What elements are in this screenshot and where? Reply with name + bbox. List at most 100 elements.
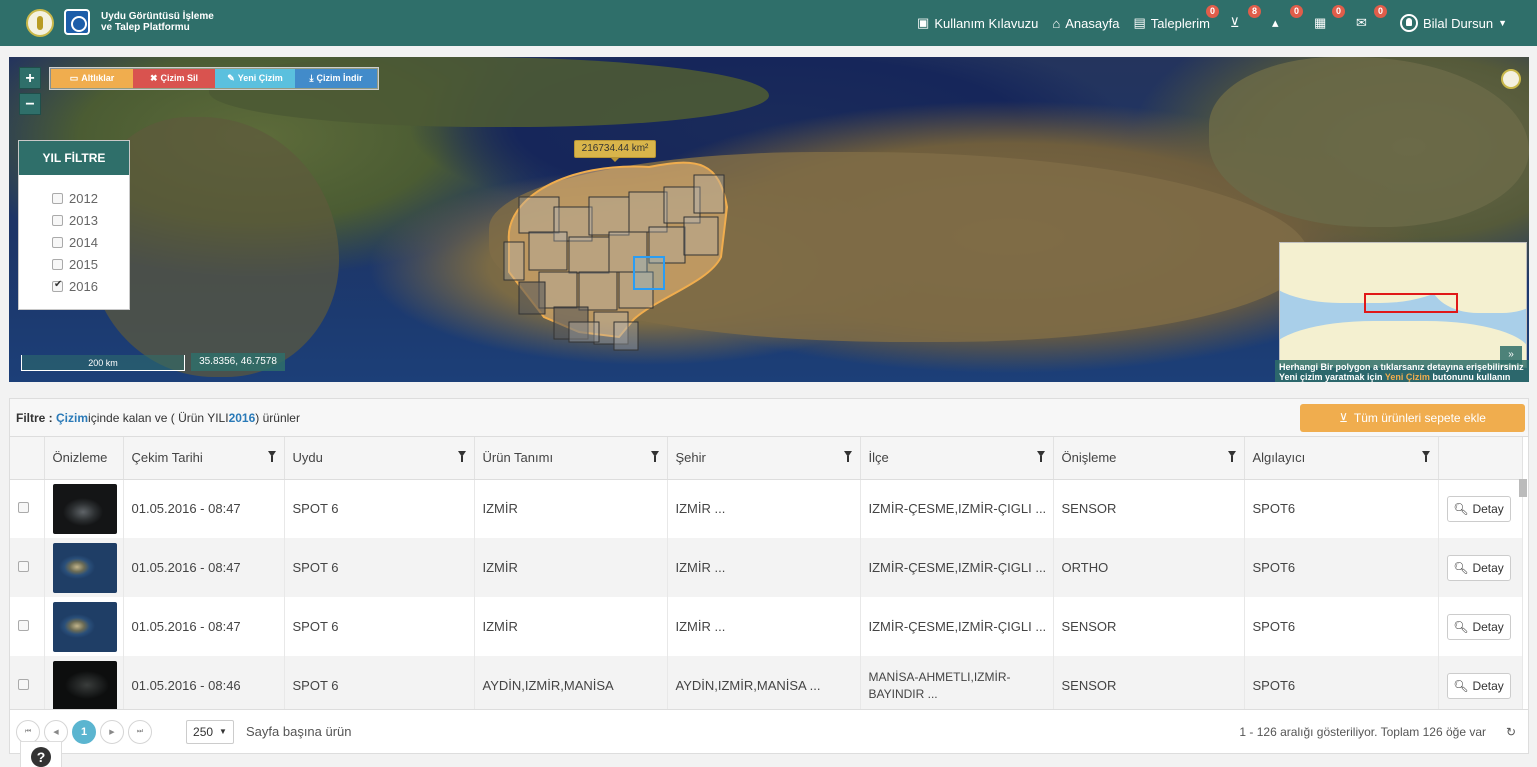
nav-guide[interactable]: ▣ Kullanım Kılavuzu	[917, 15, 1038, 31]
table-row[interactable]: 01.05.2016 - 08:46 SPOT 6 AYDİN,IZMİR,MA…	[10, 656, 1523, 715]
thumbnail-image[interactable]	[52, 542, 117, 593]
cell-district: IZMİR-ÇESME,IZMİR-ÇIGLI ...	[860, 479, 1054, 538]
filter-icon[interactable]	[457, 451, 466, 462]
caret-down-icon: ▼	[219, 727, 227, 736]
year-option-2013[interactable]: 2013	[52, 209, 129, 231]
row-checkbox[interactable]	[18, 502, 29, 514]
ministry-logo[interactable]	[26, 9, 54, 37]
year-option-2016[interactable]: 2016	[52, 275, 129, 297]
row-checkbox[interactable]	[18, 561, 29, 572]
filter-icon[interactable]	[1227, 451, 1236, 462]
nav-right: ▣ Kullanım Kılavuzu ⌂ Anasayfa ▤ Taleple…	[903, 0, 1507, 46]
table-row[interactable]: 01.05.2016 - 08:47 SPOT 6 IZMİR IZMİR ..…	[10, 479, 1523, 538]
scale-bar: 200 km	[21, 355, 185, 371]
cell-sensor: SPOT6	[1244, 479, 1439, 538]
thumbnail-image[interactable]	[52, 483, 117, 534]
cell-sensor: SPOT6	[1244, 538, 1439, 597]
row-checkbox[interactable]	[18, 620, 29, 631]
actions-cell: 🔍︎ Detay	[1438, 538, 1523, 597]
thumbs-badge: 0	[1289, 5, 1303, 18]
nav-cart[interactable]: ⊻ 8	[1230, 5, 1261, 31]
user-menu[interactable]: Bilal Dursun ▼	[1399, 14, 1507, 32]
search-icon: 🔍︎	[1453, 501, 1469, 516]
zoom-out-button[interactable]: −	[19, 93, 41, 115]
table-row[interactable]: 01.05.2016 - 08:47 SPOT 6 IZMİR IZMİR ..…	[10, 538, 1523, 597]
nav-documents[interactable]: ▦ 0	[1314, 5, 1345, 31]
layers-button[interactable]: ▭ Altlıklar	[51, 69, 133, 88]
messages-badge: 0	[1373, 5, 1387, 18]
year-option-2014[interactable]: 2014	[52, 231, 129, 253]
table-scrollbar[interactable]	[1519, 479, 1527, 497]
year-option-2012[interactable]: 2012	[52, 187, 129, 209]
thumbnail-image[interactable]	[52, 660, 117, 711]
prev-page-button[interactable]: ◀	[44, 719, 68, 744]
row-checkbox[interactable]	[18, 679, 29, 690]
header-date[interactable]: Çekim Tarihi	[123, 437, 285, 480]
map-hint: Herhangi Bir polygon a tıklarsanız detay…	[1275, 360, 1529, 382]
year-checkbox[interactable]	[52, 258, 63, 270]
brand-line-1: Uydu Görüntüsü İşleme	[101, 11, 214, 22]
nav-home[interactable]: ⌂ Anasayfa	[1052, 16, 1119, 31]
cell-satellite: SPOT 6	[284, 538, 475, 597]
filter-icon[interactable]	[267, 451, 276, 462]
refresh-icon[interactable]: ↻	[1506, 725, 1516, 739]
platform-logo[interactable]	[64, 9, 90, 35]
row-select-cell	[10, 479, 45, 538]
header-preprocessing-label: Önişleme	[1061, 450, 1117, 466]
detail-button[interactable]: 🔍︎ Detay	[1446, 554, 1511, 581]
zoom-in-button[interactable]: +	[19, 67, 41, 89]
question-icon: ?	[31, 747, 51, 767]
detail-button[interactable]: 🔍︎ Detay	[1446, 613, 1511, 640]
header-product[interactable]: Ürün Tanımı	[474, 437, 668, 480]
home-icon: ⌂	[1052, 15, 1061, 31]
header-sensor[interactable]: Algılayıcı	[1244, 437, 1439, 480]
add-all-to-cart-button[interactable]: ⊻ Tüm ürünleri sepete ekle	[1300, 404, 1525, 432]
filter-icon[interactable]	[1036, 451, 1045, 462]
header-city[interactable]: Şehir	[667, 437, 861, 480]
filter-suffix: ) ürünler	[255, 410, 300, 425]
filter-icon[interactable]	[650, 451, 659, 462]
header-sensor-label: Algılayıcı	[1252, 450, 1306, 466]
header-preprocessing[interactable]: Önişleme	[1053, 437, 1245, 480]
cell-satellite: SPOT 6	[284, 656, 475, 715]
map-hint-line-1: Herhangi Bir polygon a tıklarsanız detay…	[1279, 362, 1524, 372]
year-option-2015[interactable]: 2015	[52, 253, 129, 275]
year-checkbox[interactable]	[52, 192, 63, 204]
map-toolbar: ▭ Altlıklar ✖ Çizim Sil ✎ Yeni Çizim ⤓ Ç…	[49, 67, 379, 90]
delete-drawing-button[interactable]: ✖ Çizim Sil	[133, 69, 215, 88]
page-number-button[interactable]: 1	[72, 719, 96, 744]
next-page-button[interactable]: ▶	[100, 719, 124, 744]
help-button[interactable]: ?	[20, 741, 62, 767]
cell-date: 01.05.2016 - 08:47	[123, 479, 285, 538]
actions-cell: 🔍︎ Detay	[1438, 597, 1523, 656]
header-satellite[interactable]: Uydu	[284, 437, 475, 480]
page-size-label: Sayfa başına ürün	[246, 724, 352, 739]
year-checkbox[interactable]	[52, 214, 63, 226]
brand-title[interactable]: Uydu Görüntüsü İşleme ve Talep Platformu	[101, 11, 214, 33]
header-district[interactable]: İlçe	[860, 437, 1054, 480]
filter-icon[interactable]	[843, 451, 852, 462]
detail-button[interactable]: 🔍︎ Detay	[1446, 672, 1511, 699]
header-city-label: Şehir	[675, 450, 706, 466]
nav-messages[interactable]: ✉ 0	[1356, 5, 1387, 31]
selected-footprint[interactable]	[633, 256, 665, 290]
year-label: 2014	[69, 234, 98, 250]
minimap-viewport-box[interactable]	[1364, 293, 1458, 313]
last-page-button[interactable]: ⏭	[128, 719, 152, 744]
filter-icon[interactable]	[1421, 451, 1430, 462]
cell-satellite: SPOT 6	[284, 479, 475, 538]
nav-requests[interactable]: ▤ Taleplerim 0	[1133, 5, 1219, 31]
detail-label: Detay	[1472, 619, 1504, 634]
page-size-select[interactable]: 250 ▼	[186, 719, 234, 744]
year-checkbox[interactable]	[52, 236, 63, 248]
detail-button[interactable]: 🔍︎ Detay	[1446, 495, 1511, 522]
nav-thumbs-up[interactable]: ▴ 0	[1272, 5, 1303, 31]
year-checkbox[interactable]	[52, 279, 63, 292]
new-drawing-button[interactable]: ✎ Yeni Çizim	[215, 69, 295, 88]
table-row[interactable]: 01.05.2016 - 08:47 SPOT 6 IZMİR IZMİR ..…	[10, 597, 1523, 656]
map-view[interactable]: + − ▭ Altlıklar ✖ Çizim Sil ✎ Yeni Çizim…	[9, 57, 1529, 382]
first-page-button[interactable]: ⏮	[16, 719, 40, 744]
download-drawing-button[interactable]: ⤓ Çizim İndir	[295, 69, 377, 88]
thumbnail-image[interactable]	[52, 601, 117, 652]
overview-minimap[interactable]	[1279, 242, 1527, 368]
